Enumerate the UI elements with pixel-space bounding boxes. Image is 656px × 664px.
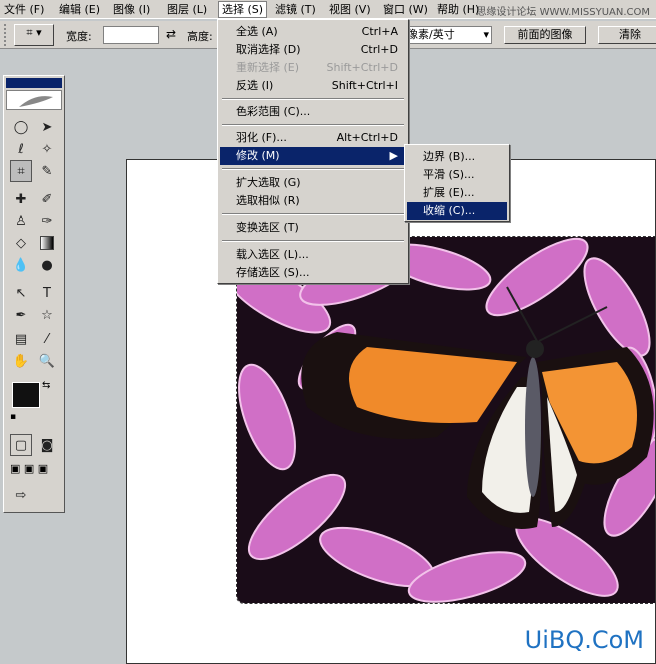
jump-to-imageready-icon[interactable]: ⇨ [10,484,32,506]
magic-wand-tool-icon[interactable]: ✧ [36,138,58,160]
pen-tool-icon[interactable]: ✒ [10,304,32,326]
slice-tool-icon[interactable]: ✎ [36,160,58,182]
foreground-color-swatch[interactable] [12,382,40,408]
front-image-button[interactable]: 前面的图像 [504,26,586,44]
toolbox: ◯ ➤ ℓ ✧ ⌗ ✎ ✚ ✐ ♙ ✑ ◇ 💧 ● ↖ T ✒ ☆ ▤ ⁄ ✋ … [3,75,65,513]
menu-item-load-selection[interactable]: 载入选区 (L)... [220,246,406,264]
menu-separator [222,168,404,170]
menu-item-grow[interactable]: 扩大选取 (G) [220,174,406,192]
menu-item-modify[interactable]: 修改 (M) ▶ [220,147,406,165]
crop-tool-icon[interactable]: ⌗ [10,160,32,182]
feather-logo-icon [6,90,62,110]
shape-tool-icon[interactable]: ☆ [36,304,58,326]
move-tool-icon[interactable]: ➤ [36,116,58,138]
height-label: 高度: [187,30,213,43]
menu-bar: 文件 (F) 编辑 (E) 图像 (I) 图层 (L) 选择 (S) 滤镜 (T… [0,0,656,19]
watermark: UiBQ.CoM [524,626,644,654]
marquee-tool-icon[interactable]: ◯ [10,116,32,138]
menu-item-color-range[interactable]: 色彩范围 (C)... [220,103,406,121]
site-credit: 思缘设计论坛 WWW.MISSYUAN.COM [476,7,650,18]
menu-item-select-all[interactable]: 全选 (A) Ctrl+A [220,23,406,41]
screen-mode-icons[interactable]: ▣ ▣ ▣ [10,462,48,475]
menu-window[interactable]: 窗口 (W) [383,2,428,17]
swap-colors-icon[interactable]: ⇆ [42,380,50,391]
quick-mask-mode-icon[interactable]: ◙ [36,434,58,456]
menu-item-feather[interactable]: 羽化 (F)... Alt+Ctrl+D [220,129,406,147]
menu-separator [222,124,404,126]
width-input[interactable] [103,26,159,44]
dodge-tool-icon[interactable]: ● [36,254,58,276]
menu-image[interactable]: 图像 (I) [113,2,150,17]
clear-button[interactable]: 清除 [598,26,656,44]
menu-item-border[interactable]: 边界 (B)... [407,148,507,166]
resolution-unit-select[interactable]: 像素/英寸 ▾ [400,26,492,44]
menu-item-inverse[interactable]: 反选 (I) Shift+Ctrl+I [220,77,406,95]
modify-submenu: 边界 (B)... 平滑 (S)... 扩展 (E)... 收缩 (C)... [404,144,510,222]
menu-separator [222,213,404,215]
crop-icon: ⌗ ▾ [26,26,42,39]
eyedropper-tool-icon[interactable]: ⁄ [36,328,58,350]
type-tool-icon[interactable]: T [36,282,58,304]
menu-filter[interactable]: 滤镜 (T) [275,2,316,17]
butterfly-photo[interactable] [236,236,656,604]
toolbox-title-bar[interactable] [6,78,62,88]
eraser-tool-icon[interactable]: ◇ [10,232,32,254]
zoom-tool-icon[interactable]: 🔍 [36,350,58,372]
menu-separator [222,240,404,242]
resolution-unit-value: 像素/英寸 [407,28,455,41]
menu-item-transform-selection[interactable]: 变换选区 (T) [220,219,406,237]
path-selection-tool-icon[interactable]: ↖ [10,282,32,304]
lasso-tool-icon[interactable]: ℓ [10,138,32,160]
grip-icon [4,24,12,46]
menu-item-reselect: 重新选择 (E) Shift+Ctrl+D [236,61,398,74]
crop-tool-preset-button[interactable]: ⌗ ▾ [14,24,54,46]
gradient-tool-icon[interactable] [36,232,58,254]
menu-item-contract[interactable]: 收缩 (C)... [407,202,507,220]
clone-stamp-tool-icon[interactable]: ♙ [10,210,32,232]
menu-help[interactable]: 帮助 (H) [437,2,479,17]
menu-view[interactable]: 视图 (V) [329,2,371,17]
menu-file[interactable]: 文件 (F) [4,2,44,17]
menu-item-save-selection[interactable]: 存储选区 (S)... [220,264,406,282]
standard-mode-icon[interactable]: ▢ [10,434,32,456]
menu-separator [222,98,404,100]
menu-item-smooth[interactable]: 平滑 (S)... [407,166,507,184]
menu-item-deselect[interactable]: 取消选择 (D) Ctrl+D [220,41,406,59]
history-brush-tool-icon[interactable]: ✑ [36,210,58,232]
default-colors-icon[interactable]: ▪ [10,412,16,422]
menu-item-similar[interactable]: 选取相似 (R) [220,192,406,210]
chevron-down-icon: ▾ [483,28,489,41]
blur-tool-icon[interactable]: 💧 [10,254,32,276]
menu-item-expand[interactable]: 扩展 (E)... [407,184,507,202]
menu-layer[interactable]: 图层 (L) [167,2,207,17]
menu-select[interactable]: 选择 (S) [218,1,268,18]
notes-tool-icon[interactable]: ▤ [10,328,32,350]
healing-brush-tool-icon[interactable]: ✚ [10,188,32,210]
width-label: 宽度: [66,30,92,43]
menu-edit[interactable]: 编辑 (E) [59,2,100,17]
brush-tool-icon[interactable]: ✐ [36,188,58,210]
submenu-arrow-icon: ▶ [389,149,398,162]
select-menu: 全选 (A) Ctrl+A 取消选择 (D) Ctrl+D 重新选择 (E) Shif… [217,19,409,284]
hand-tool-icon[interactable]: ✋ [10,350,32,372]
swap-icon[interactable]: ⇄ [166,27,176,41]
